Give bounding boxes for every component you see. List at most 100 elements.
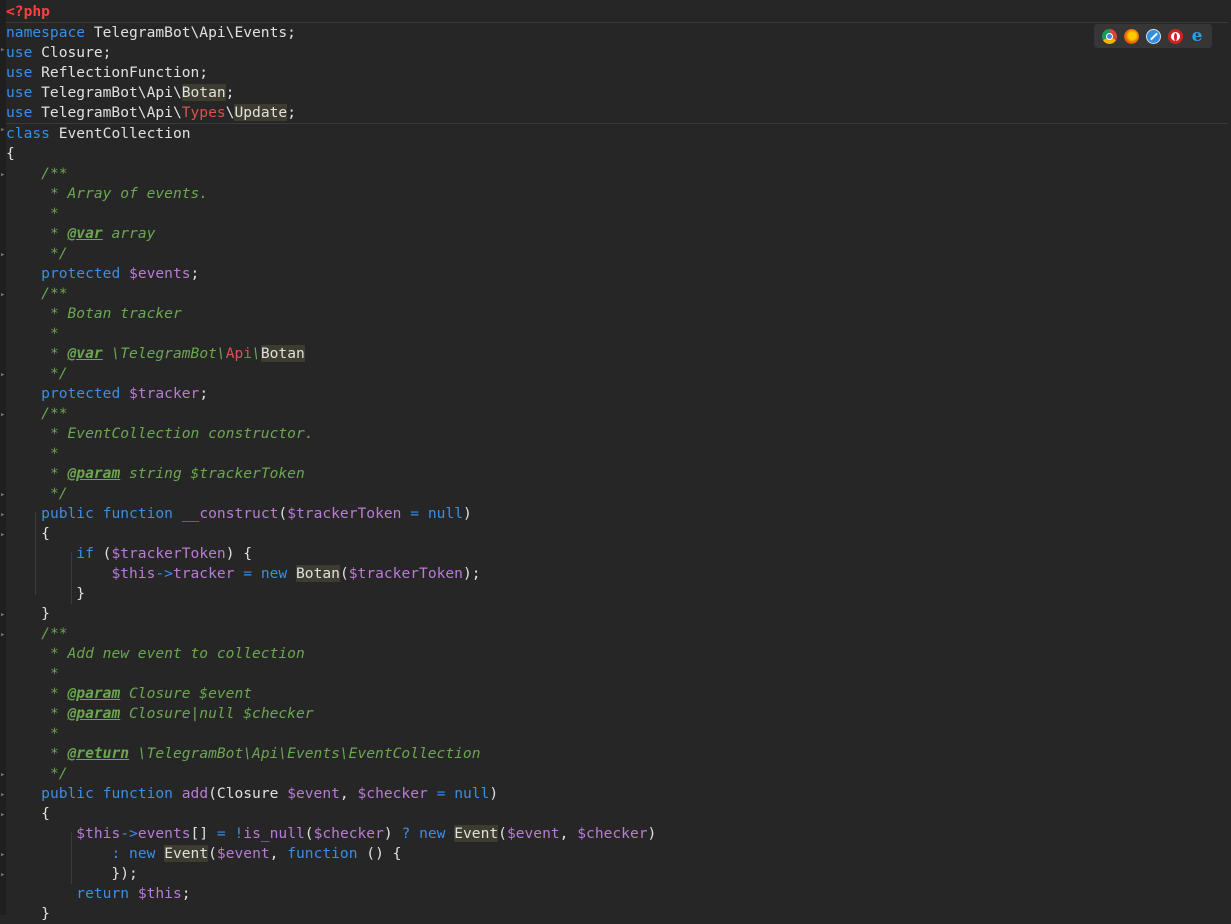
code-token: Event [164, 845, 209, 862]
code-token: /** [41, 285, 68, 302]
browser-preview-toolbar: e [1094, 24, 1212, 48]
fold-marker-icon[interactable]: ▸ [0, 125, 6, 135]
code-editor[interactable]: <?php namespace TelegramBot\Api\Events; us… [6, 2, 1228, 924]
code-line[interactable]: public function __construct($trackerToke… [6, 504, 1228, 524]
code-line[interactable]: { [6, 144, 1228, 164]
code-token: = [410, 505, 420, 522]
code-token: use [6, 84, 33, 101]
code-token: ? [401, 825, 411, 842]
code-line[interactable]: * @param Closure $event [6, 684, 1228, 704]
fold-marker-icon[interactable]: ▸ [0, 850, 6, 860]
fold-marker-icon[interactable]: ▸ [0, 410, 6, 420]
code-token: -> [120, 825, 138, 842]
code-line[interactable]: */ [6, 364, 1228, 384]
code-line[interactable]: * Botan tracker [6, 304, 1228, 324]
code-line[interactable]: * @var array [6, 224, 1228, 244]
code-line[interactable]: * [6, 664, 1228, 684]
code-line[interactable]: /** [6, 624, 1228, 644]
code-token: namespace [6, 24, 86, 41]
code-line[interactable]: /** [6, 284, 1228, 304]
chrome-icon[interactable] [1101, 28, 1117, 44]
code-line[interactable]: { [6, 524, 1228, 544]
code-line[interactable]: namespace TelegramBot\Api\Events; [6, 23, 1228, 43]
code-token: * [49, 685, 68, 702]
code-line[interactable]: * Add new event to collection [6, 644, 1228, 664]
fold-marker-icon[interactable]: ▸ [0, 810, 6, 820]
code-line[interactable]: * [6, 444, 1228, 464]
code-token: $trackerToken [111, 545, 226, 562]
code-token: $tracker [129, 385, 200, 402]
code-token: * [49, 445, 59, 462]
code-line[interactable]: use TelegramBot\Api\Botan; [6, 83, 1228, 103]
fold-marker-icon[interactable]: ▸ [0, 610, 6, 620]
opera-icon[interactable] [1167, 28, 1183, 44]
fold-marker-icon[interactable]: ▸ [0, 630, 6, 640]
code-line[interactable]: { [6, 804, 1228, 824]
code-token: Botan [260, 345, 305, 362]
code-token: ) [489, 785, 499, 802]
code-token: ); [462, 565, 481, 582]
code-line[interactable]: */ [6, 244, 1228, 264]
code-line[interactable]: use Closure; [6, 43, 1228, 63]
code-line[interactable]: protected $events; [6, 264, 1228, 284]
fold-marker-icon[interactable]: ▸ [0, 870, 6, 880]
fold-marker-icon[interactable]: ▸ [0, 290, 6, 300]
code-line[interactable]: * [6, 724, 1228, 744]
code-line[interactable]: * @return \TelegramBot\Api\Events\EventC… [6, 744, 1228, 764]
code-line[interactable]: } [6, 584, 1228, 604]
indent-guide [71, 552, 72, 604]
code-token: $events [129, 265, 191, 282]
code-line[interactable]: }); [6, 864, 1228, 884]
code-line[interactable]: protected $tracker; [6, 384, 1228, 404]
fold-marker-icon[interactable]: ▸ [0, 510, 6, 520]
code-token: { [6, 525, 50, 542]
fold-marker-icon[interactable]: ▸ [0, 45, 6, 55]
indent-guide [35, 512, 36, 595]
code-token: : [111, 845, 121, 862]
code-line[interactable]: $this->events[] = !is_null($checker) ? n… [6, 824, 1228, 844]
code-line[interactable]: } [6, 604, 1228, 624]
code-line[interactable]: * @param Closure|null $checker [6, 704, 1228, 724]
code-line[interactable]: /** [6, 404, 1228, 424]
fold-marker-icon[interactable]: ▸ [0, 530, 6, 540]
code-line[interactable]: class EventCollection [6, 124, 1228, 144]
code-token: null [454, 785, 490, 802]
code-line[interactable]: public function add(Closure $event, $che… [6, 784, 1228, 804]
code-token: ) [463, 505, 472, 522]
code-line[interactable]: if ($trackerToken) { [6, 544, 1228, 564]
code-line[interactable]: : new Event($event, function () { [6, 844, 1228, 864]
code-line[interactable]: * [6, 204, 1228, 224]
code-line[interactable]: use TelegramBot\Api\Types\Update; [6, 103, 1228, 124]
firefox-icon[interactable] [1123, 28, 1139, 44]
code-line[interactable]: use ReflectionFunction; [6, 63, 1228, 83]
fold-marker-icon[interactable]: ▸ [0, 770, 6, 780]
fold-marker-icon[interactable]: ▸ [0, 790, 6, 800]
fold-marker-icon[interactable]: ▸ [0, 370, 6, 380]
code-line[interactable]: * @param string $trackerToken [6, 464, 1228, 484]
code-token: ) { [225, 545, 253, 562]
code-token: tracker [172, 565, 235, 582]
code-line[interactable]: * [6, 324, 1228, 344]
code-line[interactable]: $this->tracker = new Botan($trackerToken… [6, 564, 1228, 584]
code-line[interactable]: * @var \TelegramBot\Api\Botan [6, 344, 1228, 364]
code-line[interactable]: */ [6, 484, 1228, 504]
code-token: TelegramBot\Api\Events; [85, 24, 296, 41]
fold-marker-icon[interactable]: ▸ [0, 490, 6, 500]
code-token: Update [234, 104, 288, 121]
code-line[interactable]: */ [6, 764, 1228, 784]
code-line[interactable]: * Array of events. [6, 184, 1228, 204]
code-line[interactable]: <?php [6, 2, 1228, 23]
code-line[interactable]: } [6, 904, 1228, 924]
safari-icon[interactable] [1145, 28, 1161, 44]
code-line[interactable]: return $this; [6, 884, 1228, 904]
ie-icon[interactable]: e [1190, 27, 1205, 44]
code-line[interactable]: /** [6, 164, 1228, 184]
fold-marker-icon[interactable]: ▸ [0, 170, 6, 180]
code-line[interactable]: * EventCollection constructor. [6, 424, 1228, 444]
fold-marker-icon[interactable]: ▸ [0, 250, 6, 260]
